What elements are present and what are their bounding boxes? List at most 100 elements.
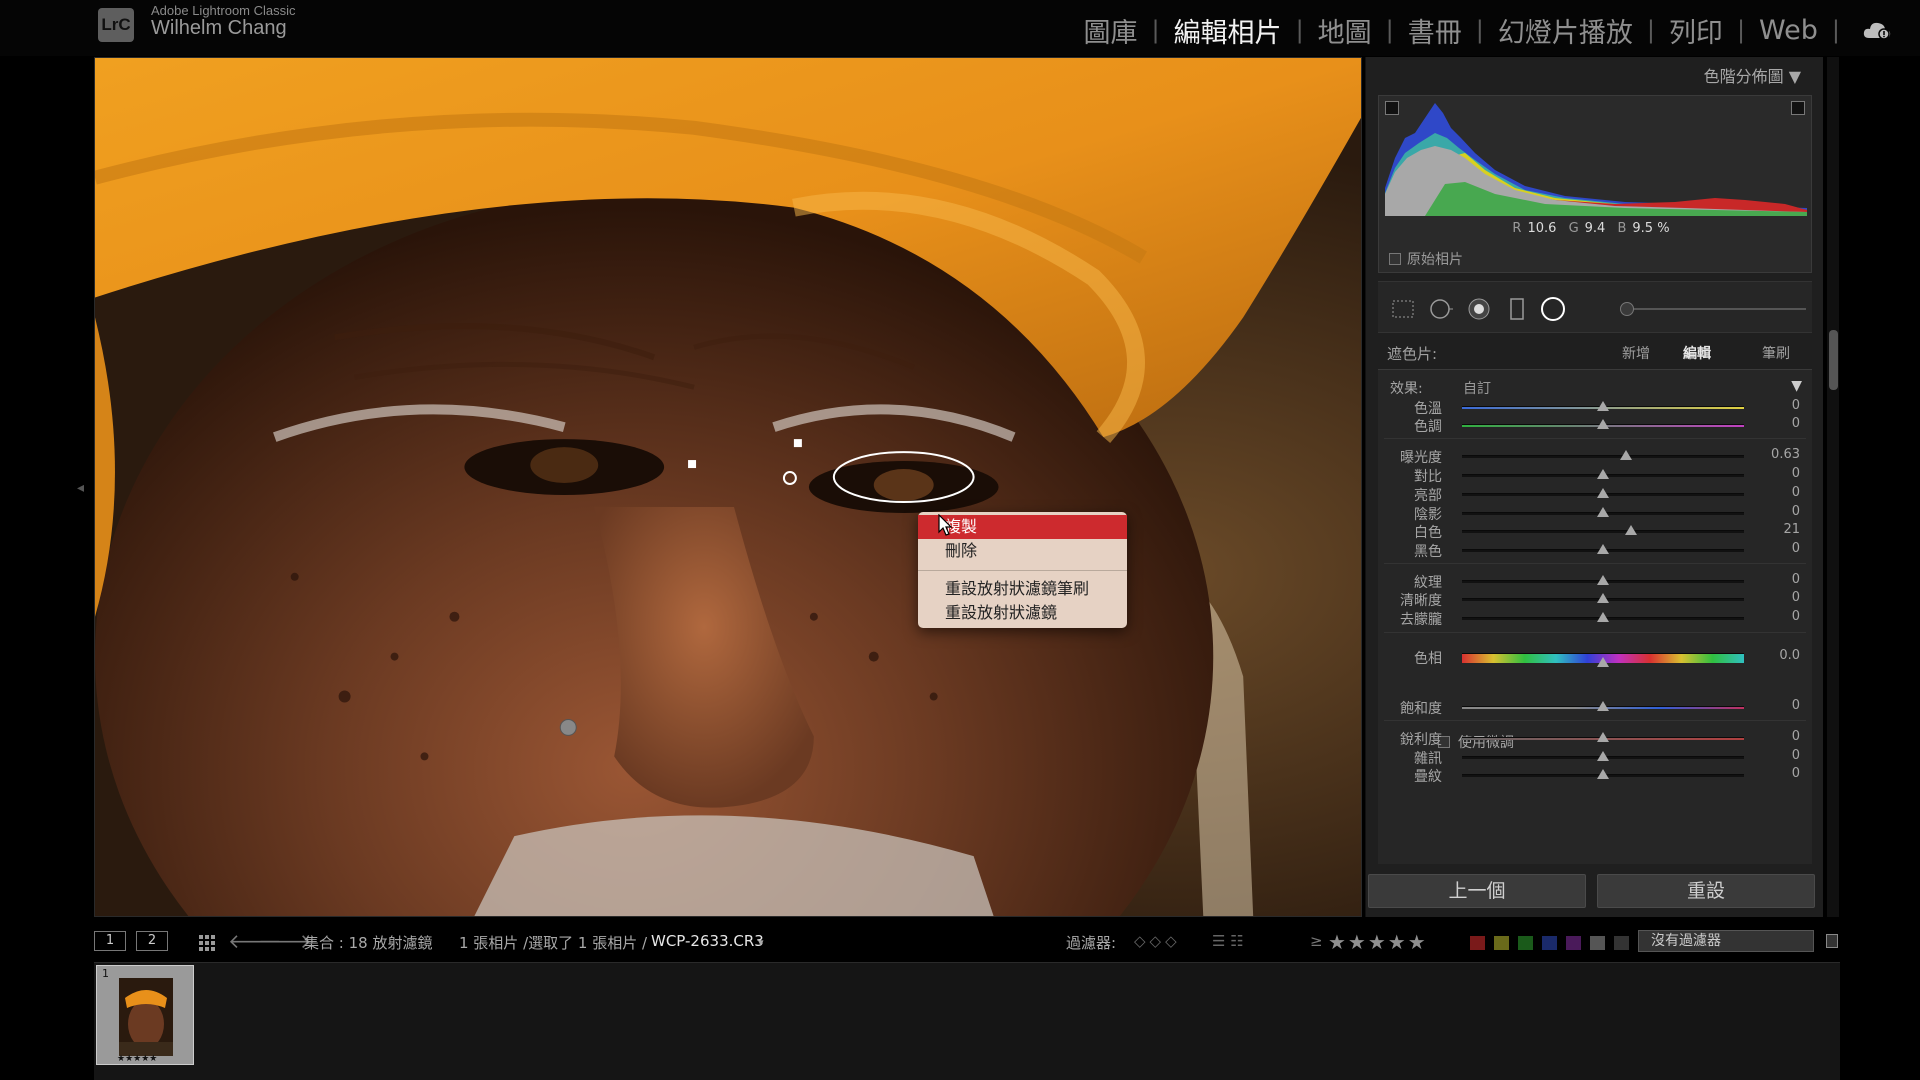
slider-thumb[interactable] — [1597, 751, 1609, 761]
current-filename[interactable]: WCP-2633.CR3 — [651, 932, 764, 950]
filmstrip-thumbnail[interactable]: 1 ★★★★★ — [96, 965, 194, 1065]
slider-thumb[interactable] — [1597, 657, 1609, 667]
brush-tool-slider[interactable] — [1626, 308, 1806, 310]
slider-thumb[interactable] — [1597, 401, 1609, 411]
module-map[interactable]: 地圖 — [1304, 11, 1386, 50]
flag-filter-icons[interactable]: ◇◇◇ — [1134, 932, 1181, 950]
slider-value[interactable]: 0 — [1792, 572, 1800, 587]
secondary-window-button[interactable]: 2 — [136, 931, 168, 951]
slider-thumb[interactable] — [1597, 769, 1609, 779]
tool-strip — [1378, 281, 1812, 333]
slider-thumb[interactable] — [1597, 507, 1609, 517]
slider-value[interactable]: 0 — [1792, 748, 1800, 763]
graduated-filter-icon[interactable] — [1504, 296, 1530, 322]
slider-thumb[interactable] — [1597, 469, 1609, 479]
module-book[interactable]: 書冊 — [1394, 11, 1476, 50]
slider-value[interactable]: 0 — [1792, 485, 1800, 500]
previous-button[interactable]: 上一個 — [1368, 874, 1586, 908]
module-web[interactable]: Web — [1745, 15, 1832, 46]
custom-label-filter[interactable] — [1590, 936, 1605, 950]
rating-filter-stars[interactable]: ★★★★★ — [1328, 930, 1428, 954]
blue-label-filter[interactable] — [1542, 936, 1557, 950]
purple-label-filter[interactable] — [1566, 936, 1581, 950]
slider-moire[interactable]: 疊紋 0 — [1378, 764, 1812, 786]
product-name: Adobe Lightroom Classic — [151, 3, 296, 18]
filter-lock-icon[interactable] — [1826, 934, 1838, 948]
original-photo-toggle[interactable]: 原始相片 — [1389, 249, 1463, 269]
menu-item-reset-radial-filter[interactable]: 重設放射狀濾鏡 — [918, 601, 1127, 625]
slider-value[interactable]: 21 — [1783, 522, 1800, 537]
adjustment-brush-icon[interactable] — [1620, 302, 1634, 316]
menu-item-reset-radial-brush[interactable]: 重設放射狀濾鏡筆刷 — [918, 577, 1127, 601]
cloud-sync-icon[interactable] — [1862, 20, 1892, 40]
panel-scrollbar[interactable] — [1827, 57, 1839, 917]
mask-brush[interactable]: 筆刷 — [1762, 343, 1790, 363]
slider-value[interactable]: 0 — [1792, 609, 1800, 624]
left-panel-toggle-icon[interactable]: ◂ — [77, 480, 84, 496]
mask-edit[interactable]: 編輯 — [1683, 343, 1711, 363]
module-library[interactable]: 圖庫 — [1069, 11, 1151, 50]
slider-thumb[interactable] — [1597, 575, 1609, 585]
slider-value[interactable]: 0 — [1792, 590, 1800, 605]
slider-blacks[interactable]: 黑色 0 — [1378, 539, 1812, 561]
slider-thumb[interactable] — [1597, 593, 1609, 603]
slider-value[interactable]: 0 — [1792, 416, 1800, 431]
histogram-header[interactable]: 色階分佈圖 ▼ — [1704, 63, 1801, 87]
slider-tint[interactable]: 色調 0 — [1378, 414, 1812, 436]
mask-new[interactable]: 新增 — [1622, 343, 1650, 363]
effect-preset-select[interactable]: 自訂 — [1463, 378, 1491, 398]
yellow-label-filter[interactable] — [1494, 936, 1509, 950]
slider-thumb[interactable] — [1625, 525, 1638, 535]
red-eye-icon[interactable] — [1466, 296, 1492, 322]
photo-canvas[interactable] — [94, 57, 1362, 917]
shadow-clipping-icon[interactable] — [1385, 101, 1399, 115]
slider-dehaze[interactable]: 去朦朧 0 — [1378, 607, 1812, 629]
spot-removal-icon[interactable] — [1428, 296, 1454, 322]
highlight-clipping-icon[interactable] — [1791, 101, 1805, 115]
slider-value[interactable]: 0.63 — [1771, 447, 1800, 462]
slider-thumb[interactable] — [1597, 419, 1609, 429]
radial-filter-adjustments: 效果: 自訂 ▼ 色溫 0 色調 0 曝光度 0.63 對比 0 亮部 0 陰影 0 白色 2… — [1378, 369, 1812, 864]
module-develop[interactable]: 編輯相片 — [1160, 11, 1296, 50]
green-label-filter[interactable] — [1518, 936, 1533, 950]
slider-value[interactable]: 0 — [1792, 398, 1800, 413]
reset-button[interactable]: 重設 — [1597, 874, 1815, 908]
slider-track[interactable] — [1462, 455, 1744, 458]
histogram-panel: R 10.6 G 9.4 B 9.5 % 原始相片 — [1378, 95, 1812, 273]
menu-item-delete[interactable]: 刪除 — [918, 539, 1127, 563]
module-slideshow[interactable]: 幻燈片播放 — [1484, 11, 1647, 50]
red-label-filter[interactable] — [1470, 936, 1485, 950]
slider-value[interactable]: 0 — [1792, 698, 1800, 713]
slider-thumb[interactable] — [1597, 732, 1609, 742]
rating-operator[interactable]: ≥ — [1310, 932, 1323, 950]
collection-source[interactable]: 集合 : 18 放射濾鏡 — [304, 932, 432, 953]
slider-value[interactable]: 0 — [1792, 504, 1800, 519]
module-print[interactable]: 列印 — [1655, 11, 1737, 50]
original-photo-checkbox[interactable] — [1389, 253, 1401, 265]
slider-value[interactable]: 0.0 — [1779, 648, 1800, 663]
slider-thumb[interactable] — [1597, 488, 1609, 498]
panel-collapse-triangle-icon[interactable]: ▼ — [1791, 378, 1802, 394]
slider-value[interactable]: 0 — [1792, 766, 1800, 781]
radial-filter-icon[interactable] — [1540, 296, 1566, 322]
collapse-triangle-icon[interactable]: ▼ — [1789, 67, 1801, 86]
filter-preset-select[interactable]: 沒有過濾器 — [1638, 930, 1814, 952]
crop-overlay-icon[interactable] — [1390, 296, 1416, 322]
filename-dropdown-icon[interactable]: ▾ — [758, 936, 764, 949]
edit-filter-icons[interactable]: ☰ ☷ — [1212, 932, 1244, 950]
slider-thumb[interactable] — [1597, 544, 1609, 554]
slider-track[interactable] — [1462, 530, 1744, 533]
filmstrip-toolbar: 1 2 🡐 🡒 集合 : 18 放射濾鏡 1 張相片 /選取了 1 張相片 / … — [94, 928, 1840, 956]
slider-thumb[interactable] — [1597, 701, 1609, 711]
main-window-button[interactable]: 1 — [94, 931, 126, 951]
slider-value[interactable]: 0 — [1792, 466, 1800, 481]
panel-scrollbar-thumb[interactable] — [1829, 330, 1838, 390]
slider-thumb[interactable] — [1619, 450, 1632, 460]
slider-value[interactable]: 0 — [1792, 541, 1800, 556]
slider-hue[interactable]: 色相 0.0 — [1378, 646, 1812, 668]
grid-view-icon[interactable] — [198, 934, 216, 952]
slider-value[interactable]: 0 — [1792, 729, 1800, 744]
no-label-filter[interactable] — [1614, 936, 1629, 950]
slider-thumb[interactable] — [1597, 612, 1609, 622]
slider-saturation[interactable]: 飽和度 0 — [1378, 696, 1812, 718]
